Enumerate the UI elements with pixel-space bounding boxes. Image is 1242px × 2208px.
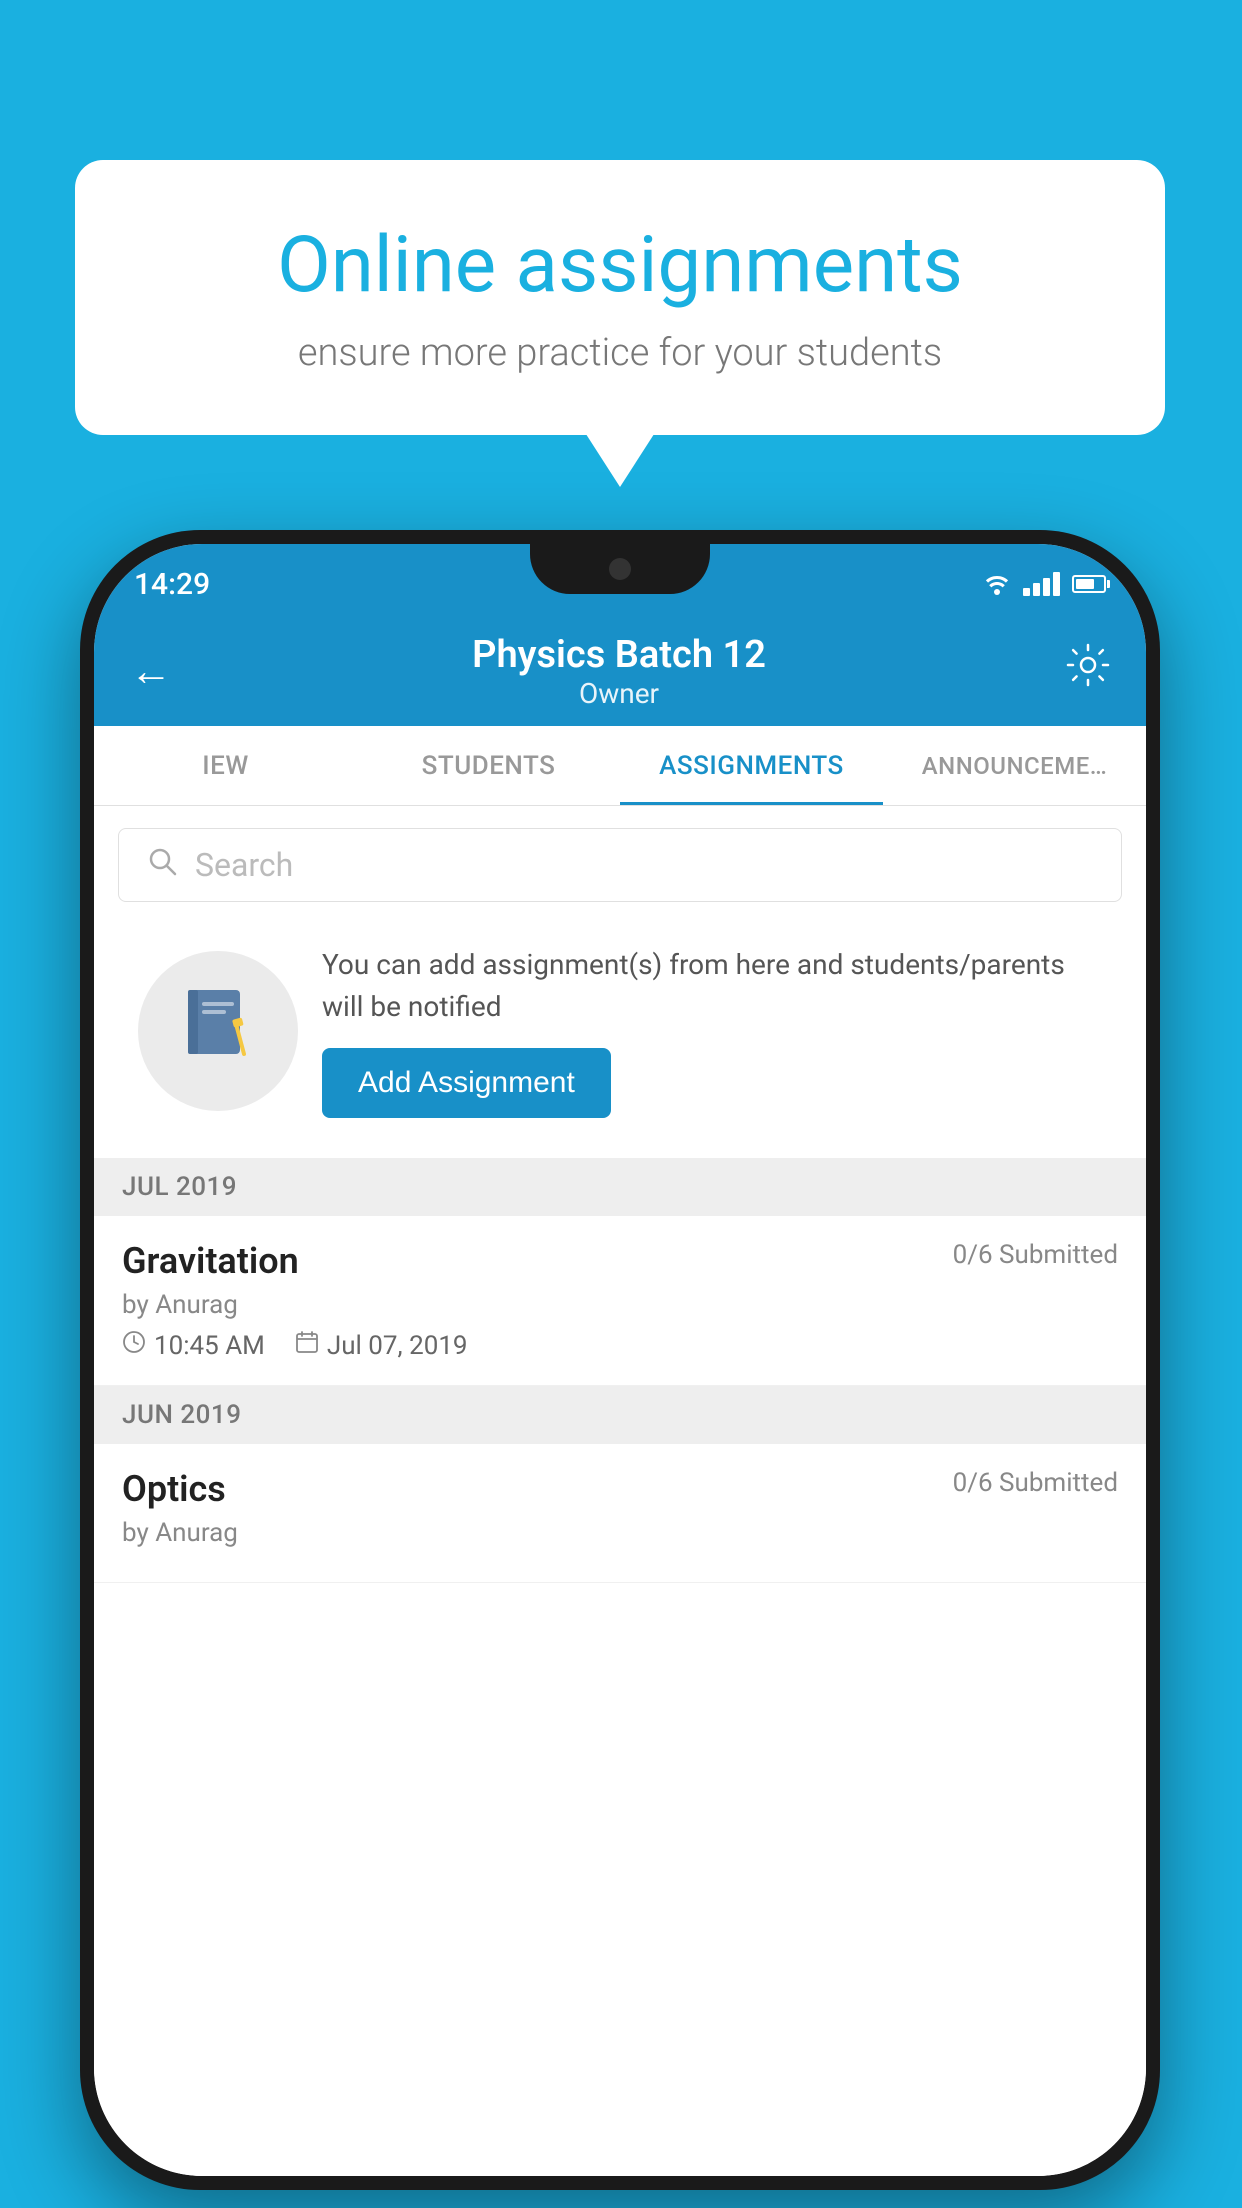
promo-icon-circle <box>138 951 298 1111</box>
status-icons <box>983 572 1106 596</box>
assignment-submitted: 0/6 Submitted <box>953 1240 1118 1270</box>
speech-bubble: Online assignments ensure more practice … <box>75 160 1165 435</box>
battery-fill <box>1076 579 1094 589</box>
tab-iew[interactable]: IEW <box>94 726 357 805</box>
wifi-icon <box>983 572 1011 596</box>
assignment-optics-author: by Anurag <box>122 1518 1118 1548</box>
notebook-icon <box>178 982 258 1080</box>
tab-students[interactable]: STUDENTS <box>357 726 620 805</box>
assignment-gravitation[interactable]: Gravitation 0/6 Submitted by Anurag <box>94 1216 1146 1386</box>
tab-announcements[interactable]: ANNOUNCEME… <box>883 726 1146 805</box>
tabs-bar: IEW STUDENTS ASSIGNMENTS ANNOUNCEME… <box>94 726 1146 806</box>
tab-assignments[interactable]: ASSIGNMENTS <box>620 726 883 805</box>
section-jun-2019: JUN 2019 <box>94 1386 1146 1444</box>
promo-description: You can add assignment(s) from here and … <box>322 944 1102 1028</box>
speech-bubble-container: Online assignments ensure more practice … <box>75 160 1165 435</box>
promo-card: You can add assignment(s) from here and … <box>118 924 1122 1138</box>
bubble-title: Online assignments <box>145 220 1095 311</box>
app-header: ← Physics Batch 12 Owner <box>94 616 1146 726</box>
assignment-optics[interactable]: Optics 0/6 Submitted by Anurag <box>94 1444 1146 1583</box>
add-assignment-button[interactable]: Add Assignment <box>322 1048 611 1118</box>
signal-icon <box>1023 572 1060 596</box>
assignment-top: Gravitation 0/6 Submitted <box>122 1240 1118 1282</box>
assignment-optics-submitted: 0/6 Submitted <box>953 1468 1118 1498</box>
search-placeholder: Search <box>195 846 293 884</box>
phone-frame: 14:29 <box>80 530 1160 2190</box>
background: Online assignments ensure more practice … <box>0 0 1242 2208</box>
header-center: Physics Batch 12 Owner <box>472 633 766 710</box>
status-time: 14:29 <box>134 567 210 602</box>
phone-screen: 14:29 <box>94 544 1146 2176</box>
assignment-optics-top: Optics 0/6 Submitted <box>122 1468 1118 1510</box>
search-icon <box>147 845 177 885</box>
battery-icon <box>1072 575 1106 593</box>
assignment-meta: 10:45 AM Jul 07, 201 <box>122 1330 1118 1361</box>
camera <box>609 558 631 580</box>
back-button[interactable]: ← <box>130 647 172 696</box>
content-area: Search <box>94 806 1146 2176</box>
promo-text-area: You can add assignment(s) from here and … <box>322 944 1102 1118</box>
assignment-author: by Anurag <box>122 1290 1118 1320</box>
clock-icon <box>122 1330 146 1361</box>
notch <box>530 544 710 594</box>
section-jul-2019: JUL 2019 <box>94 1158 1146 1216</box>
assignment-time: 10:45 AM <box>122 1330 265 1361</box>
calendar-icon <box>295 1330 319 1361</box>
assignment-optics-name: Optics <box>122 1468 226 1510</box>
header-title: Physics Batch 12 <box>472 633 766 677</box>
assignment-name: Gravitation <box>122 1240 299 1282</box>
search-bar[interactable]: Search <box>118 828 1122 902</box>
assignment-date: Jul 07, 2019 <box>295 1330 468 1361</box>
settings-icon[interactable] <box>1066 643 1110 699</box>
bubble-subtitle: ensure more practice for your students <box>145 331 1095 375</box>
header-subtitle: Owner <box>472 677 766 710</box>
